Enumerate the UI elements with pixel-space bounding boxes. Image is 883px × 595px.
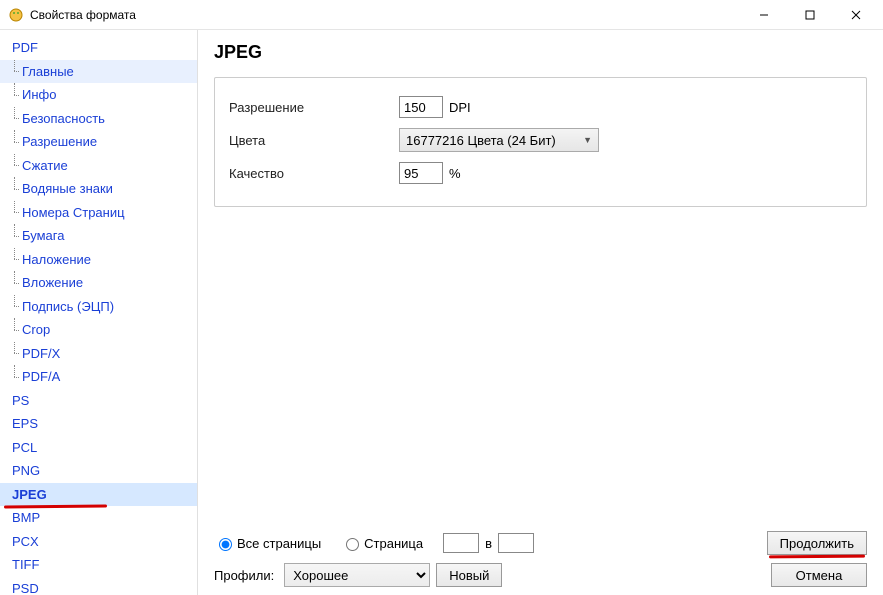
radio-page-range[interactable]: Страница <box>341 535 423 551</box>
panel-heading: JPEG <box>214 42 867 63</box>
tree-item-pdf-x[interactable]: PDF/X <box>0 342 197 366</box>
tree-item-tiff[interactable]: TIFF <box>0 553 197 577</box>
tree-item-pcl[interactable]: PCL <box>0 436 197 460</box>
tree-item-eps[interactable]: EPS <box>0 412 197 436</box>
format-tree: PDFГлавныеИнфоБезопасностьРазрешениеСжат… <box>0 30 198 595</box>
tree-item-crop[interactable]: Crop <box>0 318 197 342</box>
radio-page-range-input[interactable] <box>346 538 359 551</box>
tree-item-pcx[interactable]: PCX <box>0 530 197 554</box>
tree-item-вложение[interactable]: Вложение <box>0 271 197 295</box>
cancel-button[interactable]: Отмена <box>771 563 867 587</box>
page-from-input[interactable] <box>443 533 479 553</box>
tree-item-подпись-эцп-[interactable]: Подпись (ЭЦП) <box>0 295 197 319</box>
chevron-down-icon: ▼ <box>583 135 592 145</box>
radio-all-pages-input[interactable] <box>219 538 232 551</box>
app-icon <box>8 7 24 23</box>
quality-unit: % <box>449 166 461 181</box>
tree-item-сжатие[interactable]: Сжатие <box>0 154 197 178</box>
tree-item-номера-страниц[interactable]: Номера Страниц <box>0 201 197 225</box>
minimize-button[interactable] <box>741 0 787 30</box>
quality-input[interactable] <box>399 162 443 184</box>
tree-item-безопасность[interactable]: Безопасность <box>0 107 197 131</box>
tree-item-png[interactable]: PNG <box>0 459 197 483</box>
quality-label: Качество <box>229 166 399 181</box>
tree-item-ps[interactable]: PS <box>0 389 197 413</box>
colors-select-value: 16777216 Цвета (24 Бит) <box>406 133 556 148</box>
window-title: Свойства формата <box>30 8 136 22</box>
tree-item-главные[interactable]: Главные <box>0 60 197 84</box>
tree-item-бумага[interactable]: Бумага <box>0 224 197 248</box>
radio-all-pages[interactable]: Все страницы <box>214 535 321 551</box>
tree-item-jpeg[interactable]: JPEG <box>0 483 197 507</box>
tree-item-pdf-a[interactable]: PDF/A <box>0 365 197 389</box>
tree-item-pdf[interactable]: PDF <box>0 36 197 60</box>
tree-item-разрешение[interactable]: Разрешение <box>0 130 197 154</box>
resolution-input[interactable] <box>399 96 443 118</box>
colors-label: Цвета <box>229 133 399 148</box>
close-button[interactable] <box>833 0 879 30</box>
resolution-label: Разрешение <box>229 100 399 115</box>
row-quality: Качество % <box>229 162 852 184</box>
bottom-bar: Все страницы Страница в Продолжить Профи <box>214 523 867 587</box>
resolution-unit: DPI <box>449 100 471 115</box>
tree-item-инфо[interactable]: Инфо <box>0 83 197 107</box>
settings-group: Разрешение DPI Цвета 16777216 Цвета (24 … <box>214 77 867 207</box>
tree-item-psd[interactable]: PSD <box>0 577 197 595</box>
tree-item-bmp[interactable]: BMP <box>0 506 197 530</box>
page-range-separator: в <box>485 536 492 551</box>
profiles-label: Профили: <box>214 568 274 583</box>
profiles-select[interactable]: Хорошее <box>284 563 430 587</box>
row-resolution: Разрешение DPI <box>229 96 852 118</box>
title-bar: Свойства формата <box>0 0 883 30</box>
main-panel: JPEG Разрешение DPI Цвета 16777216 Цвета… <box>198 30 883 595</box>
page-to-input[interactable] <box>498 533 534 553</box>
colors-select[interactable]: 16777216 Цвета (24 Бит) ▼ <box>399 128 599 152</box>
maximize-button[interactable] <box>787 0 833 30</box>
continue-button[interactable]: Продолжить <box>767 531 867 555</box>
radio-all-pages-label: Все страницы <box>237 536 321 551</box>
tree-item-наложение[interactable]: Наложение <box>0 248 197 272</box>
tree-item-водяные-знаки[interactable]: Водяные знаки <box>0 177 197 201</box>
radio-page-range-label: Страница <box>364 536 423 551</box>
new-profile-button[interactable]: Новый <box>436 563 502 587</box>
row-colors: Цвета 16777216 Цвета (24 Бит) ▼ <box>229 128 852 152</box>
